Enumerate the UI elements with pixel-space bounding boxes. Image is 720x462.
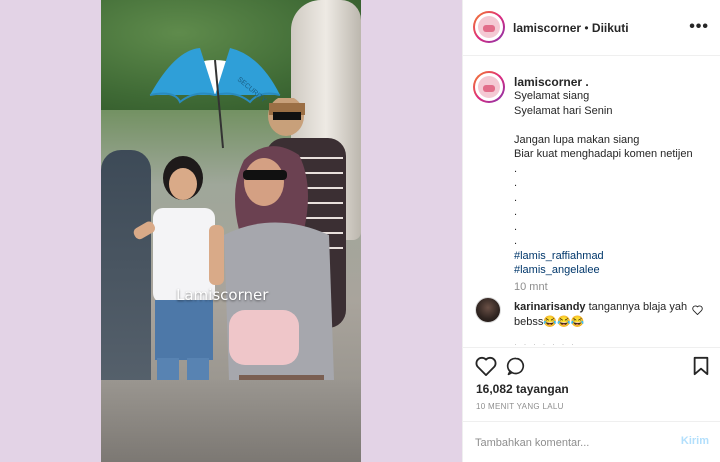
caption-timestamp: 10 mnt bbox=[514, 281, 548, 293]
bookmark-icon[interactable] bbox=[692, 356, 710, 376]
avatar-image bbox=[478, 16, 500, 38]
caption-line: . bbox=[514, 206, 518, 218]
caption-line: Syelamat siang bbox=[514, 90, 590, 102]
comment-item: karinarisandy tangannya blaja yah bebss😂… bbox=[514, 300, 694, 330]
caption-line: Biar kuat menghadapi komen netijen bbox=[514, 148, 693, 160]
caption-line: . bbox=[514, 191, 518, 204]
caption-line: . bbox=[514, 162, 518, 175]
post-age: 10 MENIT YANG LALU bbox=[476, 402, 564, 411]
caption-line: . bbox=[514, 177, 518, 189]
comment-input[interactable] bbox=[475, 434, 665, 452]
avatar-image bbox=[478, 76, 500, 98]
more-horizontal-icon[interactable]: ••• bbox=[689, 18, 709, 36]
post-comment-button[interactable]: Kirim bbox=[681, 435, 709, 447]
action-bar bbox=[463, 347, 720, 387]
caption-line bbox=[514, 118, 693, 133]
hashtag-link[interactable]: #lamis_angelalee bbox=[514, 263, 693, 278]
follow-status-button[interactable]: Diikuti bbox=[592, 21, 629, 35]
caption-line: . bbox=[514, 235, 518, 247]
pavement bbox=[101, 380, 361, 462]
caption-area: lamiscorner . Syelamat siang Syelamat ha… bbox=[463, 57, 720, 347]
post-side-panel: lamiscorner • Diikuti ••• lamiscorner . … bbox=[462, 0, 720, 462]
heart-icon[interactable] bbox=[475, 356, 497, 376]
video-watermark: Lamiscorner bbox=[176, 286, 269, 304]
hashtag-link[interactable]: #lamis_raffiahmad bbox=[514, 249, 693, 264]
header-username[interactable]: lamiscorner bbox=[513, 21, 581, 35]
truncated-comment: · · · · · · · bbox=[514, 339, 576, 347]
header-user-line: lamiscorner • Diikuti bbox=[513, 21, 629, 35]
caption-username[interactable]: lamiscorner . bbox=[514, 75, 589, 89]
video-player[interactable]: SECURITY Lamiscorner bbox=[101, 0, 361, 462]
view-count[interactable]: 16,082 tayangan bbox=[476, 382, 569, 396]
caption-text: Syelamat siang Syelamat hari Senin Janga… bbox=[514, 89, 693, 278]
post-header: lamiscorner • Diikuti ••• bbox=[463, 0, 720, 56]
caption-line: Jangan lupa makan siang bbox=[514, 133, 640, 146]
commenter-avatar[interactable] bbox=[475, 297, 501, 323]
add-comment-section: Kirim bbox=[463, 421, 720, 462]
comment-bubble-icon[interactable] bbox=[505, 356, 527, 376]
caption-line: . bbox=[514, 220, 518, 233]
comment-username[interactable]: karinarisandy bbox=[514, 301, 586, 313]
caption-line: Syelamat hari Senin bbox=[514, 104, 613, 117]
comment-like-heart-icon[interactable] bbox=[692, 305, 703, 315]
caption-avatar[interactable] bbox=[473, 71, 505, 103]
header-separator: • bbox=[581, 21, 592, 35]
header-avatar[interactable] bbox=[473, 11, 505, 43]
